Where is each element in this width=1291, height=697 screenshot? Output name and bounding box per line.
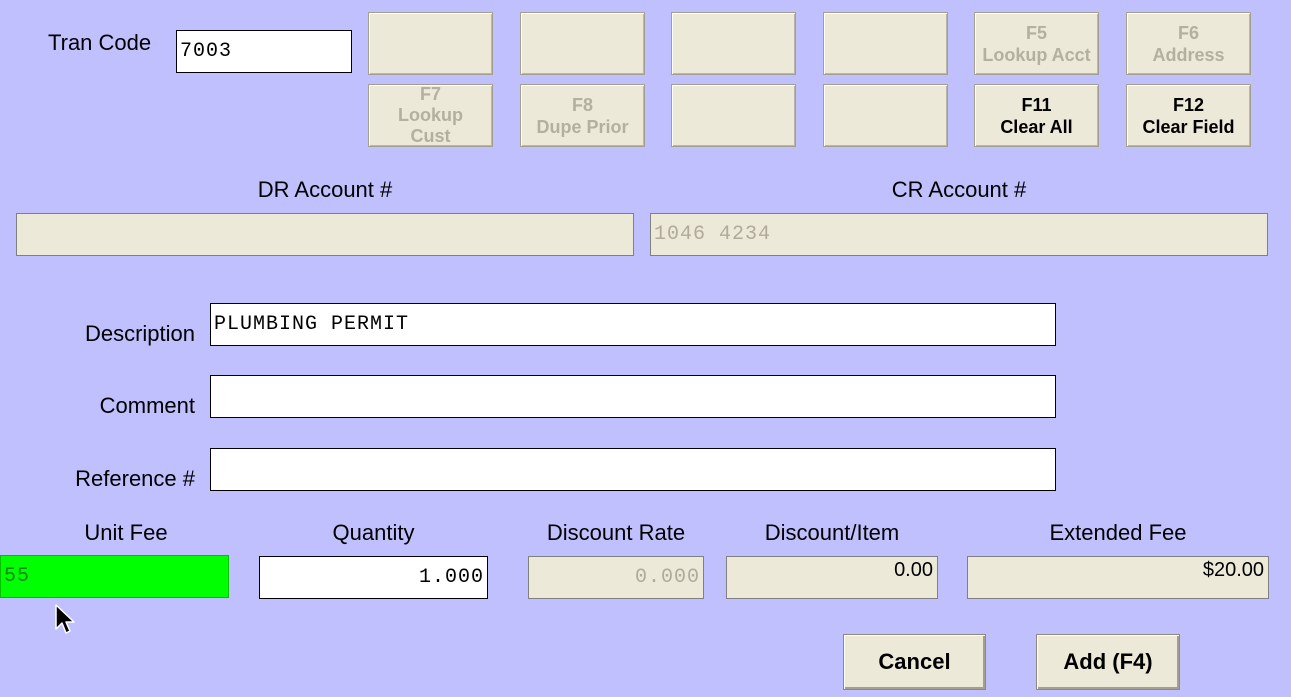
function-key-blank-2-button[interactable]: [520, 12, 645, 75]
function-key-code: F6: [1177, 22, 1199, 43]
function-key-blank-4-button[interactable]: [823, 12, 948, 75]
description-input[interactable]: [210, 303, 1056, 346]
function-key-label: Clear Field: [1142, 116, 1235, 137]
function-key-label: Dupe Prior: [536, 116, 629, 137]
discount-rate-label: Discount Rate: [546, 520, 686, 545]
function-key-code: F7: [419, 84, 441, 104]
tran-code-input[interactable]: [176, 30, 352, 73]
function-key-label-line: Cust: [410, 126, 451, 146]
unit-fee-label: Unit Fee: [84, 520, 168, 545]
discount-item-label: Discount/Item: [764, 520, 900, 545]
cancel-button[interactable]: Cancel: [843, 634, 986, 690]
function-key-label: Clear All: [1000, 116, 1073, 137]
function-key-blank-10-button[interactable]: [823, 84, 948, 147]
quantity-label: Quantity: [332, 520, 415, 545]
function-key-label-line: Lookup: [398, 105, 463, 125]
mouse-pointer-icon: [55, 604, 75, 634]
function-key-f7-button[interactable]: F7 Lookup Cust: [368, 84, 493, 147]
function-key-code: F12: [1172, 94, 1205, 115]
dr-account-label: DR Account #: [257, 177, 393, 202]
function-key-label: Address: [1152, 44, 1225, 65]
function-key-blank-9-button[interactable]: [671, 84, 796, 147]
extended-fee-label: Extended Fee: [1049, 520, 1187, 545]
function-key-blank-1-button[interactable]: [368, 12, 493, 75]
unit-fee-input[interactable]: [0, 555, 229, 598]
comment-input[interactable]: [210, 375, 1056, 418]
extended-fee-field: $20.00: [967, 556, 1269, 599]
cr-account-field: [650, 213, 1268, 256]
function-key-f11-button[interactable]: F11 Clear All: [974, 84, 1099, 147]
description-label: Description: [84, 321, 195, 346]
function-key-f5-button[interactable]: F5 Lookup Acct: [974, 12, 1099, 75]
function-key-label: Lookup Acct: [982, 44, 1091, 65]
quantity-input[interactable]: [259, 556, 488, 599]
function-key-code: F8: [571, 94, 593, 115]
function-key-f6-button[interactable]: F6 Address: [1126, 12, 1251, 75]
reference-label: Reference #: [75, 466, 195, 491]
function-key-f8-button[interactable]: F8 Dupe Prior: [520, 84, 645, 147]
function-key-code: F5: [1025, 22, 1047, 43]
function-key-code: F11: [1021, 94, 1052, 115]
discount-item-field: 0.00: [726, 556, 938, 599]
dr-account-field: [16, 213, 634, 256]
cr-account-label: CR Account #: [891, 177, 1027, 202]
add-button[interactable]: Add (F4): [1036, 634, 1180, 690]
reference-input[interactable]: [210, 448, 1056, 491]
function-key-blank-3-button[interactable]: [671, 12, 796, 75]
discount-rate-field: [528, 556, 704, 599]
tran-code-label: Tran Code: [48, 30, 152, 55]
function-key-f12-button[interactable]: F12 Clear Field: [1126, 84, 1251, 147]
comment-label: Comment: [99, 393, 195, 418]
